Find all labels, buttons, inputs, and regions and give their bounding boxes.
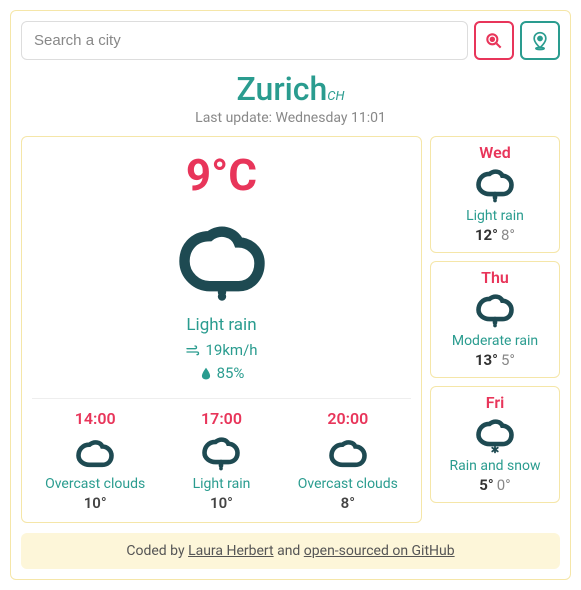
city-name: Zurich [237,70,328,108]
forecast-day: Thu Moderate rain 13°5° [430,261,560,378]
current-weather-panel: 9°C Light rain 19km/h 85% 14:00 Overcast … [21,136,422,523]
hour-temp: 10° [158,494,284,512]
footer-prefix: Coded by [126,543,188,559]
day-condition: Moderate rain [437,333,553,349]
wind-value: 19km/h [205,339,257,362]
hour-weather-icon [285,430,411,474]
hour-weather-icon [32,430,158,474]
country-code: CH [327,89,344,104]
day-condition: Rain and snow [437,458,553,474]
hour-time: 20:00 [285,409,411,428]
day-name: Thu [437,268,553,287]
author-link[interactable]: Laura Herbert [188,543,274,559]
hourly-forecast: 14:00Overcast clouds10°17:00Light rain10… [32,409,411,512]
search-input[interactable] [21,21,468,60]
hour-condition: Overcast clouds [32,476,158,492]
day-temps: 5°0° [437,476,553,494]
last-updated: Last update: Wednesday 11:01 [21,110,560,126]
humidity-value: 85% [217,362,245,385]
footer: Coded by Laura Herbert and open-sourced … [21,533,560,569]
day-weather-icon [437,412,553,456]
hour-time: 14:00 [32,409,158,428]
day-weather-icon [437,162,553,206]
current-weather-icon [32,207,411,307]
hour-temp: 8° [285,494,411,512]
hour-condition: Overcast clouds [285,476,411,492]
day-weather-icon [437,287,553,331]
day-name: Wed [437,143,553,162]
footer-mid: and [274,543,304,559]
location-button[interactable] [520,21,560,60]
weather-app: ZurichCH Last update: Wednesday 11:01 9°… [10,10,571,580]
current-temp: 9°C [32,149,411,201]
hour-temp: 10° [32,494,158,512]
day-name: Fri [437,393,553,412]
search-row [21,21,560,60]
hour-weather-icon [158,430,284,474]
day-temps: 12°8° [437,226,553,244]
header: ZurichCH Last update: Wednesday 11:01 [21,70,560,126]
hourly-item: 20:00 Overcast clouds 8° [285,409,411,512]
day-temps: 13°5° [437,351,553,369]
github-link[interactable]: open-sourced on GitHub [304,543,455,559]
hourly-item: 14:00 Overcast clouds 10° [32,409,158,512]
hourly-item: 17:00 Light rain 10° [158,409,284,512]
main-row: 9°C Light rain 19km/h 85% 14:00 Overcast … [21,136,560,523]
forecast-day: Wed Light rain 12°8° [430,136,560,253]
humidity-icon [199,366,213,380]
search-button[interactable] [474,21,514,60]
forecast-day: Fri Rain and snow 5°0° [430,386,560,503]
hour-time: 17:00 [158,409,284,428]
daily-forecast-column: Wed Light rain 12°8° Thu Moderate rain 13°5° F… [430,136,560,523]
search-icon [484,31,504,51]
current-meta: 19km/h 85% [32,339,411,384]
wind-icon [185,343,201,357]
current-condition: Light rain [32,315,411,335]
hour-condition: Light rain [158,476,284,492]
day-condition: Light rain [437,208,553,224]
location-pin-icon [530,30,550,52]
divider [32,398,411,399]
